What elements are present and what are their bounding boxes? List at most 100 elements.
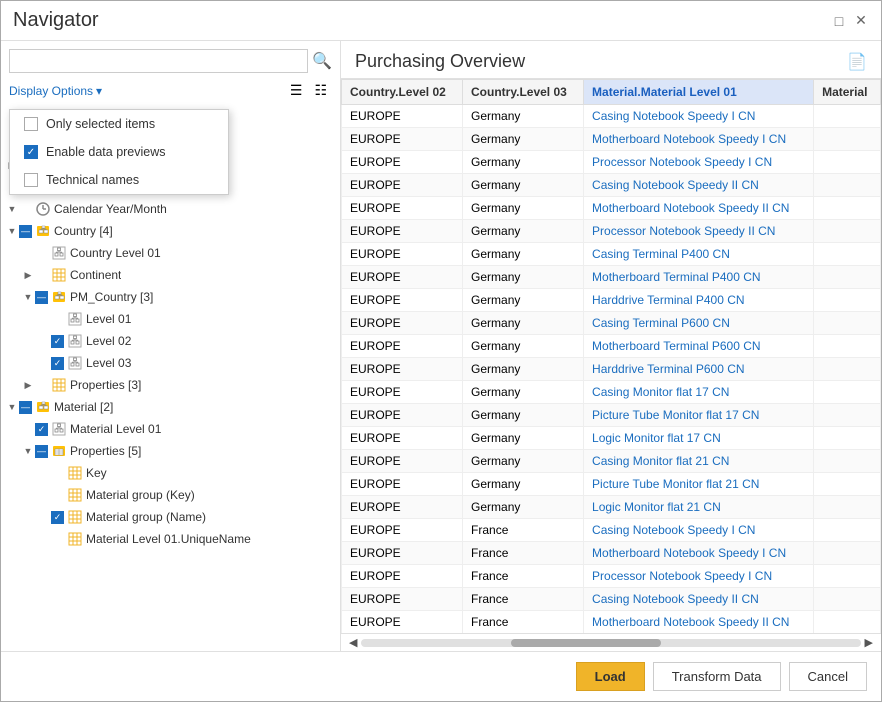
table-cell (814, 450, 881, 473)
table-row: EUROPEGermanyPicture Tube Monitor flat 1… (342, 404, 881, 427)
table-cell (814, 565, 881, 588)
tree-expand-icon[interactable] (21, 246, 35, 260)
table-cell: Casing Notebook Speedy II CN (584, 588, 814, 611)
view-grid-button[interactable]: ☷ (309, 79, 332, 102)
tree-checkbox[interactable]: ✓ (51, 335, 64, 348)
cancel-button[interactable]: Cancel (789, 662, 867, 691)
tree-expand-icon[interactable] (37, 488, 51, 502)
technical-names-option[interactable]: Technical names (10, 166, 228, 194)
table-cell: EUROPE (342, 335, 463, 358)
table-cell: Harddrive Terminal P600 CN (584, 358, 814, 381)
tree-item[interactable]: ✓Level 02 (1, 330, 340, 352)
table-cell: EUROPE (342, 289, 463, 312)
table-cell: Germany (463, 266, 584, 289)
table-cell: Germany (463, 128, 584, 151)
table-cell: Germany (463, 220, 584, 243)
table-cell: France (463, 565, 584, 588)
display-options-button[interactable]: Display Options ▾ (9, 84, 102, 98)
tree-expand-icon[interactable] (37, 356, 51, 370)
tree-item[interactable]: ▶Properties [3] (1, 374, 340, 396)
only-selected-items-option[interactable]: Only selected items (10, 110, 228, 138)
tree-checkbox[interactable]: — (19, 225, 32, 238)
table-container[interactable]: Country.Level 02Country.Level 03Material… (341, 78, 881, 633)
table-cell: Casing Notebook Speedy I CN (584, 105, 814, 128)
search-button[interactable]: 🔍 (312, 49, 332, 73)
tree-expand-icon[interactable] (37, 510, 51, 524)
tree-checkbox[interactable]: ✓ (51, 357, 64, 370)
minimize-button[interactable]: □ (831, 13, 847, 29)
tree-expand-icon[interactable] (37, 466, 51, 480)
table-column-header: Country.Level 02 (342, 80, 463, 105)
title-bar: Navigator □ ✕ (1, 1, 881, 41)
preview-title: Purchasing Overview (355, 51, 525, 72)
tree-item[interactable]: ▼— Properties [5] (1, 440, 340, 462)
tree-expand-icon[interactable]: ▼ (21, 444, 35, 458)
table-row: EUROPEGermanyHarddrive Terminal P600 CN (342, 358, 881, 381)
tree-item[interactable]: Country Level 01 (1, 242, 340, 264)
table-cell: Germany (463, 450, 584, 473)
table-cell: Germany (463, 473, 584, 496)
tree-expand-icon[interactable]: ▼ (21, 290, 35, 304)
load-button[interactable]: Load (576, 662, 645, 691)
tree-item[interactable]: Material Level 01.UniqueName (1, 528, 340, 550)
scroll-right-button[interactable]: ▶ (865, 636, 873, 649)
tree-item[interactable]: ▼Calendar Year/Month (1, 198, 340, 220)
right-panel: Purchasing Overview 📄 Country.Level 02Co… (341, 41, 881, 651)
table-cell: EUROPE (342, 220, 463, 243)
tree-item[interactable]: ▼—Material [2] (1, 396, 340, 418)
display-options-arrow: ▾ (96, 84, 102, 98)
tree-expand-icon[interactable]: ▶ (21, 268, 35, 282)
tree-node-icon (35, 201, 51, 217)
tree-expand-icon[interactable]: ▼ (5, 224, 19, 238)
table-row: EUROPEGermanyCasing Monitor flat 17 CN (342, 381, 881, 404)
tree-item[interactable]: Material group (Key) (1, 484, 340, 506)
table-cell: EUROPE (342, 588, 463, 611)
table-cell: Casing Monitor flat 21 CN (584, 450, 814, 473)
tree-expand-icon[interactable] (37, 312, 51, 326)
transform-data-button[interactable]: Transform Data (653, 662, 781, 691)
tree-checkbox[interactable]: — (35, 445, 48, 458)
horizontal-scroll[interactable]: ◀ ▶ (341, 633, 881, 651)
table-cell: EUROPE (342, 450, 463, 473)
scroll-thumb (511, 639, 661, 647)
tree-item[interactable]: ▶ Continent (1, 264, 340, 286)
tree-expand-icon[interactable]: ▶ (21, 378, 35, 392)
tree-expand-icon[interactable] (37, 532, 51, 546)
tree-expand-icon[interactable]: ▼ (5, 202, 19, 216)
display-options-label: Display Options (9, 84, 93, 98)
table-row: EUROPEGermanyCasing Notebook Speedy II C… (342, 174, 881, 197)
view-table-button[interactable]: ☰ (285, 79, 308, 102)
tree-item[interactable]: ✓Level 03 (1, 352, 340, 374)
tree-checkbox[interactable]: — (35, 291, 48, 304)
tree-expand-icon[interactable] (21, 422, 35, 436)
tree-node-label: Properties [5] (70, 444, 141, 458)
close-button[interactable]: ✕ (853, 13, 869, 29)
tree-item[interactable]: Level 01 (1, 308, 340, 330)
tree-item[interactable]: ✓Material group (Name) (1, 506, 340, 528)
tree-expand-icon[interactable]: ▼ (5, 400, 19, 414)
preview-icon: 📄 (847, 52, 867, 72)
tree-expand-icon[interactable] (37, 334, 51, 348)
tree-checkbox[interactable]: ✓ (35, 423, 48, 436)
tree-node-icon (35, 223, 51, 239)
tree-checkbox[interactable]: — (19, 401, 32, 414)
tree-item[interactable]: ▼—PM_Country [3] (1, 286, 340, 308)
scroll-left-button[interactable]: ◀ (349, 636, 357, 649)
table-cell: EUROPE (342, 427, 463, 450)
tree-item[interactable]: Key (1, 462, 340, 484)
table-row: EUROPEFranceProcessor Notebook Speedy I … (342, 565, 881, 588)
tree-item[interactable]: ✓Material Level 01 (1, 418, 340, 440)
tree-node-icon (67, 487, 83, 503)
table-cell: Germany (463, 358, 584, 381)
table-cell: EUROPE (342, 404, 463, 427)
tree-node-icon (67, 355, 83, 371)
tree-checkbox[interactable]: ✓ (51, 511, 64, 524)
table-row: EUROPEFranceCasing Notebook Speedy II CN (342, 588, 881, 611)
tree-item[interactable]: ▼—Country [4] (1, 220, 340, 242)
table-cell: Germany (463, 197, 584, 220)
table-cell: Germany (463, 381, 584, 404)
enable-data-previews-option[interactable]: ✓ Enable data previews (10, 138, 228, 166)
tree-node-icon (51, 377, 67, 393)
tree-node-label: Continent (70, 268, 121, 282)
search-input[interactable] (9, 49, 308, 73)
